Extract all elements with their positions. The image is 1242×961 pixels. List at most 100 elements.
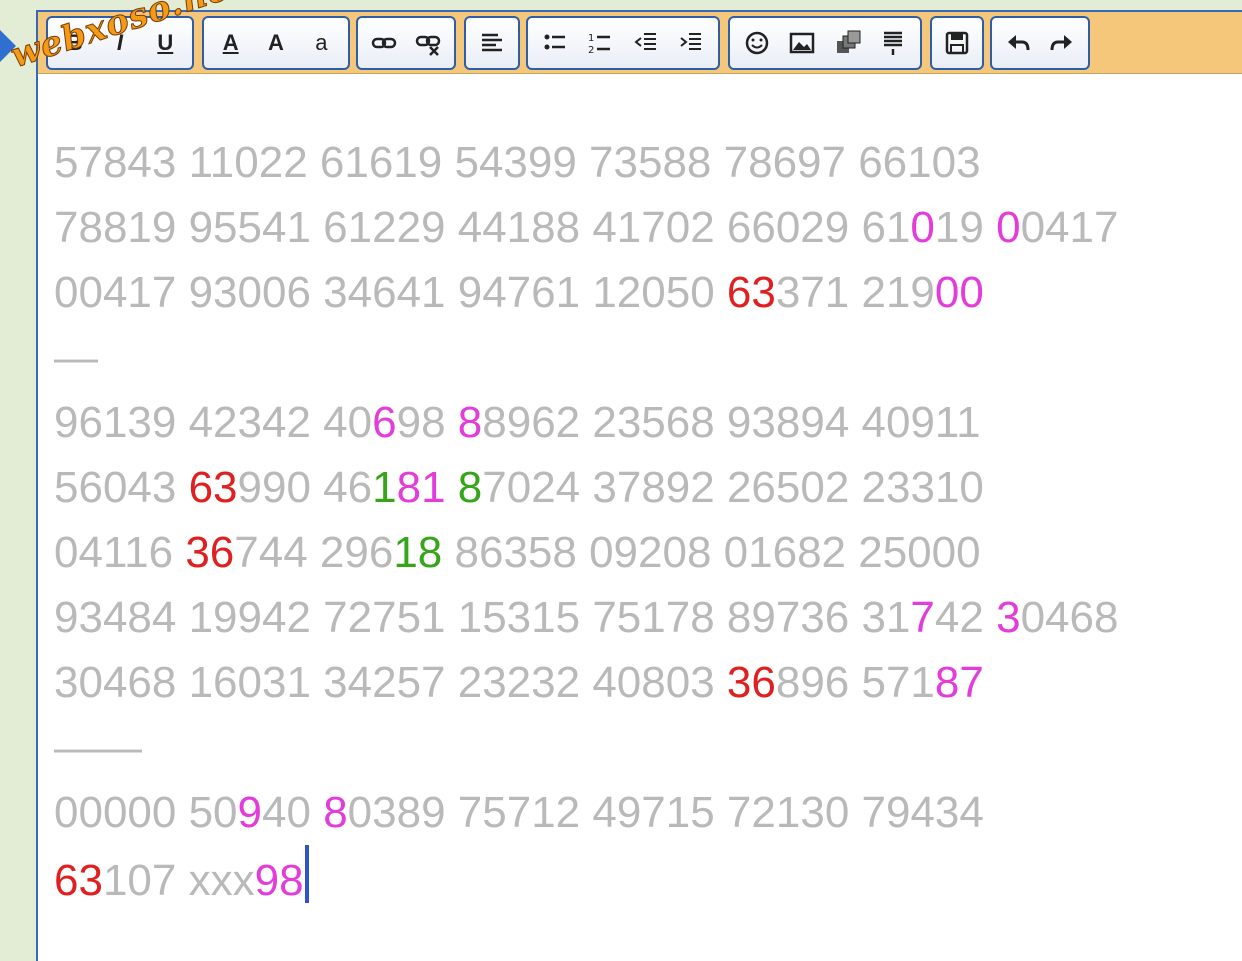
insert-group [728, 16, 922, 70]
text-segment: 0468 [1020, 593, 1119, 642]
bullet-list-icon [544, 34, 565, 50]
text-segment: 00417 93006 34641 94761 12050 [54, 268, 727, 317]
history-group [990, 16, 1090, 70]
text-segment [446, 463, 458, 512]
copy-icon [836, 30, 861, 53]
text-segment: 9 [237, 788, 263, 837]
indent-button[interactable] [671, 23, 711, 63]
text-segment: 30468 16031 34257 23232 40803 [54, 658, 727, 707]
redo-button[interactable] [1042, 23, 1082, 63]
page-break-icon [884, 31, 903, 55]
text-segment: 0 [910, 203, 935, 252]
text-segment: 98 [254, 856, 304, 905]
text-segment: 96139 42342 40 [54, 398, 373, 447]
text-segment: —— [54, 723, 142, 772]
text-segment: 8962 23568 93894 40911 [482, 398, 981, 447]
font-color-icon: A [222, 30, 239, 55]
text-segment: 87 [934, 658, 984, 707]
expand-arrow-icon[interactable] [0, 30, 16, 62]
text-segment: 8 [457, 398, 483, 447]
editor-content[interactable]: 57843 11022 61619 54399 73588 78697 6610… [54, 130, 1234, 910]
text-line: 63107 xxx98 [54, 845, 1234, 910]
text-segment: 8 [323, 788, 348, 837]
text-segment: 744 296 [234, 528, 394, 577]
text-segment: 19 [934, 203, 997, 252]
copy-button[interactable] [828, 23, 868, 63]
text-line: —— [54, 715, 1234, 780]
text-segment: — [54, 333, 98, 382]
font-color-button[interactable]: A [211, 23, 251, 63]
text-segment: 7 [910, 593, 935, 642]
align-left-icon [482, 33, 502, 52]
outdent-button[interactable] [626, 23, 666, 63]
save-button[interactable] [937, 23, 977, 63]
text-segment: 57843 11022 61619 54399 73588 78697 6610… [54, 138, 981, 187]
text-segment: 42 [934, 593, 997, 642]
bold-icon: B [66, 30, 83, 55]
font-size-button[interactable]: A [256, 23, 296, 63]
text-style-group: B I U [46, 16, 194, 70]
text-line: 57843 11022 61619 54399 73588 78697 6610… [54, 130, 1234, 195]
text-segment: 98 [396, 398, 458, 447]
editor-toolbar: B I U A A a 12 [38, 12, 1242, 74]
text-segment: 18 [393, 528, 443, 577]
italic-icon: I [116, 30, 124, 55]
text-segment: 56043 [54, 463, 189, 512]
font-size-icon: A [268, 30, 284, 55]
text-line: 00000 50940 80389 75712 49715 72130 7943… [54, 780, 1234, 845]
numbered-list-button[interactable]: 12 [580, 23, 620, 63]
emoticon-button[interactable] [737, 23, 777, 63]
unlink-icon [415, 35, 441, 56]
emoticon-icon [745, 31, 768, 55]
text-segment: 0 [996, 203, 1021, 252]
undo-button[interactable] [998, 23, 1038, 63]
text-segment: 63 [188, 463, 238, 512]
font-group: A A a [202, 16, 350, 70]
character-map-icon: a [315, 30, 328, 55]
text-caret [304, 845, 309, 903]
indent-icon [680, 33, 702, 50]
text-line: 30468 16031 34257 23232 40803 36896 5718… [54, 650, 1234, 715]
text-segment: 63 [726, 268, 776, 317]
italic-button[interactable]: I [100, 23, 140, 63]
link-button[interactable] [364, 23, 404, 63]
text-segment: 81 [396, 463, 446, 512]
text-segment: 7024 37892 26502 23310 [482, 463, 984, 512]
text-line: 04116 36744 29618 86358 09208 01682 2500… [54, 520, 1234, 585]
outdent-icon [634, 33, 656, 50]
align-left-button[interactable] [472, 23, 512, 63]
page-break-button[interactable] [873, 23, 913, 63]
align-group [464, 16, 520, 70]
text-segment: 371 219 [775, 268, 935, 317]
numbered-list-icon: 12 [588, 33, 611, 56]
text-segment: 0389 75712 49715 72130 79434 [347, 788, 984, 837]
text-segment: 63 [54, 856, 103, 905]
text-segment: 0417 [1020, 203, 1119, 252]
unlink-button[interactable] [408, 23, 448, 63]
text-segment: 1 [372, 463, 397, 512]
text-segment: 36 [185, 528, 235, 577]
bullet-list-button[interactable] [535, 23, 575, 63]
bold-button[interactable]: B [55, 23, 95, 63]
text-segment: 04116 [54, 528, 186, 577]
text-segment: 990 46 [237, 463, 373, 512]
underline-button[interactable]: U [145, 23, 185, 63]
text-segment: 86358 09208 01682 25000 [442, 528, 981, 577]
undo-icon [1008, 35, 1030, 51]
text-line: 78819 95541 61229 44188 41702 66029 6101… [54, 195, 1234, 260]
svg-text:2: 2 [588, 45, 594, 56]
text-segment: 40 [262, 788, 324, 837]
save-icon [945, 31, 969, 55]
text-line: 96139 42342 40698 88962 23568 93894 4091… [54, 390, 1234, 455]
rich-text-editor: B I U A A a 12 57843 11022 61619 54399 7… [36, 10, 1242, 961]
text-line: — [54, 325, 1234, 390]
text-segment: 107 xxx [102, 856, 255, 905]
text-line: 56043 63990 46181 87024 37892 26502 2331… [54, 455, 1234, 520]
special-char-button[interactable]: a [301, 23, 341, 63]
text-segment: 3 [996, 593, 1021, 642]
insert-image-button[interactable] [782, 23, 822, 63]
text-segment: 896 571 [775, 658, 935, 707]
text-segment: 93484 19942 72751 15315 75178 89736 31 [54, 593, 911, 642]
text-segment: 78819 95541 61229 44188 41702 66029 61 [54, 203, 911, 252]
text-segment: 6 [372, 398, 397, 447]
